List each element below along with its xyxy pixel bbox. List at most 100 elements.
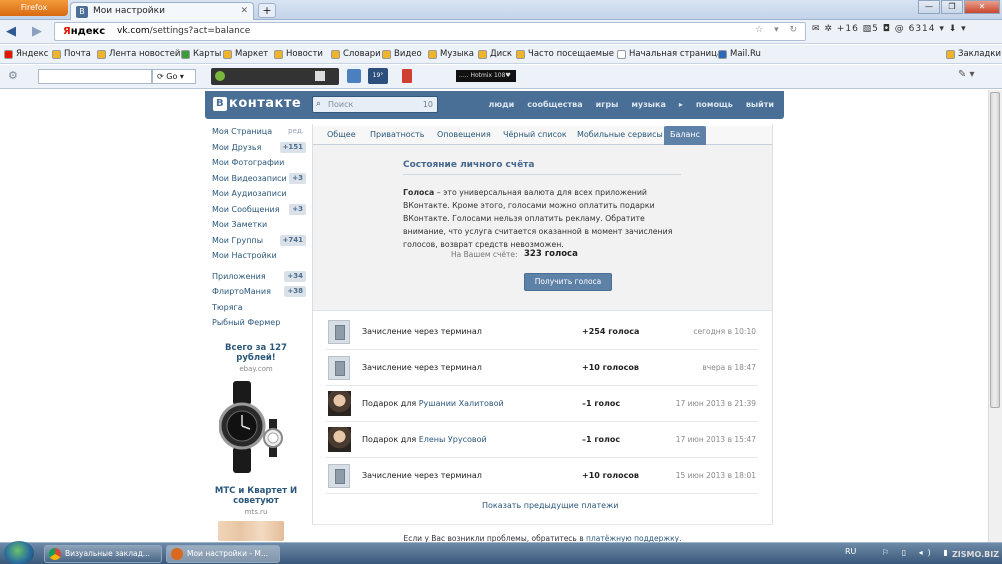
bookmark-item[interactable]: Новости (274, 49, 323, 59)
bookmark-item[interactable]: Карты (181, 49, 221, 59)
play-icon[interactable] (215, 71, 225, 81)
maximize-button[interactable]: ❐ (941, 0, 963, 14)
nav-people[interactable]: люди (489, 100, 515, 109)
left-menu-item[interactable]: Моя Страница ред. (212, 124, 306, 140)
firefox-menu-button[interactable]: Firefox (0, 0, 68, 16)
toolbar-search-input[interactable] (38, 69, 152, 84)
close-button[interactable]: ✕ (964, 0, 1000, 14)
toolbar-go-button[interactable]: ⟳ Go ▾ (152, 69, 196, 84)
watch-ad-image[interactable] (219, 381, 285, 473)
transaction-description: Подарок для Елены Урусовой (362, 435, 487, 444)
bookmark-item[interactable]: Словари (331, 49, 381, 59)
browser-tab[interactable]: В Мои настройки ✕ (70, 2, 254, 20)
counter-badge[interactable]: +3 (289, 203, 306, 215)
left-menu-item[interactable]: Мои Группы +741 (212, 233, 306, 249)
tab-mobile[interactable]: Мобильные сервисы (571, 126, 669, 145)
system-tray[interactable]: ⚐ ▯ ◂) ▮ (882, 548, 953, 557)
bookmark-icon (946, 49, 955, 59)
bookmark-item[interactable]: Маркет (223, 49, 268, 59)
nav-help[interactable]: помощь (696, 100, 733, 109)
left-menu-label: Рыбный Фермер (212, 318, 281, 327)
tab-notifications[interactable]: Оповещения (431, 126, 497, 145)
vk-search-input[interactable]: ⌕ Поиск 10 (312, 96, 438, 113)
task-chrome[interactable]: Визуальные заклад... (44, 545, 162, 563)
bookmark-icon (181, 49, 190, 59)
bookmark-item[interactable]: Закладки (946, 49, 1001, 59)
bookmark-item[interactable]: Почта (52, 49, 91, 59)
nav-games[interactable]: игры (596, 100, 619, 109)
mts-ad-image[interactable] (218, 521, 284, 541)
counter-badge[interactable]: +3 (289, 172, 306, 184)
bookmark-item[interactable]: Яндекс (4, 49, 48, 59)
left-menu-item[interactable]: Мои Аудиозаписи (212, 186, 306, 202)
left-menu-item[interactable]: ФлиртоМания +38 (212, 284, 306, 300)
tab-balance[interactable]: Баланс (664, 126, 707, 145)
addon-gear-icon[interactable]: ⚙ (8, 69, 18, 82)
bookmark-icon (478, 49, 487, 59)
counter-badge[interactable]: +151 (279, 141, 306, 153)
bookmark-item[interactable]: Видео (382, 49, 422, 59)
left-menu-item[interactable]: Приложения +34 (212, 269, 306, 285)
left-menu-item[interactable]: Тюряга (212, 300, 306, 316)
transaction-date: вчера в 18:47 (702, 363, 756, 372)
counter-badge[interactable]: +38 (284, 286, 306, 297)
temperature-icon[interactable]: 19° (368, 68, 388, 84)
ad-block-2[interactable]: МТС и Квартет И советуют mts.ru (210, 486, 302, 516)
radio-player[interactable]: ..... Hotmix 108♥ (211, 68, 516, 85)
left-menu-item[interactable]: Мои Заметки (212, 217, 306, 233)
forward-icon[interactable]: ▶ (32, 24, 42, 39)
tab-general[interactable]: Общее (321, 126, 362, 145)
volume-icon[interactable] (315, 71, 325, 81)
search-icon: ⌕ (316, 99, 322, 109)
transaction-row: Зачисление через терминал +10 голосов вчер… (326, 350, 758, 386)
user-avatar[interactable] (328, 427, 351, 452)
ad-title[interactable]: МТС и Квартет И советуют (210, 486, 302, 506)
get-votes-button[interactable]: Получить голоса (524, 273, 612, 291)
show-previous-payments-link[interactable]: Показать предыдущие платежи (482, 501, 619, 510)
bookmark-item[interactable]: Диск (478, 49, 512, 59)
recipient-link[interactable]: Елены Урусовой (419, 435, 487, 444)
tab-blacklist[interactable]: Чёрный список (497, 126, 573, 145)
left-menu-item[interactable]: Мои Друзья +151 (212, 140, 306, 156)
clipboard-icon[interactable] (402, 69, 412, 83)
counter-badge[interactable]: +34 (284, 270, 306, 282)
scrollbar-thumb[interactable] (990, 92, 1000, 408)
language-indicator[interactable]: RU (845, 547, 856, 556)
left-menu-item[interactable]: Мои Фотографии (212, 155, 306, 171)
play-icon[interactable]: ▸ (679, 100, 683, 109)
left-menu-item[interactable]: Мои Видеозаписи +3 (212, 171, 306, 187)
left-menu-item[interactable]: Мои Настройки (212, 248, 306, 264)
nav-music[interactable]: музыка (631, 100, 665, 109)
url-actions[interactable]: ☆ ▾ ↻ (755, 25, 801, 35)
vk-logo[interactable]: Вконтакте (213, 96, 301, 111)
task-firefox[interactable]: Мои настройки - М... (166, 545, 280, 563)
nav-communities[interactable]: сообщества (527, 100, 582, 109)
help-line: Если у Вас возникли проблемы, обратитесь… (312, 524, 773, 544)
bookmark-item[interactable]: Часто посещаемые (516, 49, 614, 59)
back-icon[interactable]: ◀ (6, 24, 16, 39)
edit-link[interactable]: ред. (288, 124, 304, 140)
start-button[interactable] (4, 541, 34, 564)
new-tab-button[interactable]: + (258, 3, 276, 18)
recipient-link[interactable]: Рушании Халитовой (419, 399, 504, 408)
tools-icon[interactable]: ✎ ▾ (958, 69, 975, 80)
bookmark-item[interactable]: Музыка (428, 49, 474, 59)
counter-badge[interactable]: +741 (279, 234, 306, 246)
ad-title[interactable]: Всего за 127 рублей! (210, 343, 302, 363)
ad-block-1[interactable]: Всего за 127 рублей! ebay.com (210, 343, 302, 373)
left-menu-item[interactable]: Мои Сообщения +3 (212, 202, 306, 218)
user-avatar[interactable] (328, 391, 351, 416)
tab-close-icon[interactable]: ✕ (240, 3, 248, 20)
bookmark-label: Маркет (235, 49, 269, 59)
weather-icon[interactable] (347, 69, 361, 83)
address-bar[interactable]: Яндекс vk.com/settings?act=balance ☆ ▾ ↻ (54, 22, 806, 41)
minimize-button[interactable]: — (918, 0, 940, 14)
tab-privacy[interactable]: Приватность (364, 126, 430, 145)
nav-logout[interactable]: выйти (746, 100, 774, 109)
bookmark-item[interactable]: Лента новостей (97, 49, 180, 59)
bookmark-item[interactable]: Mail.Ru (718, 49, 761, 59)
left-menu-item[interactable]: Рыбный Фермер (212, 315, 306, 331)
transaction-row: Подарок для Рушании Халитовой –1 голос 17 … (326, 386, 758, 422)
bookmark-item[interactable]: Начальная страница (617, 49, 722, 59)
nav-addons[interactable]: ✉ ✲ +16 ▧5 ◘ @ 6314 ▾ ⬇ ▾ (812, 24, 967, 34)
